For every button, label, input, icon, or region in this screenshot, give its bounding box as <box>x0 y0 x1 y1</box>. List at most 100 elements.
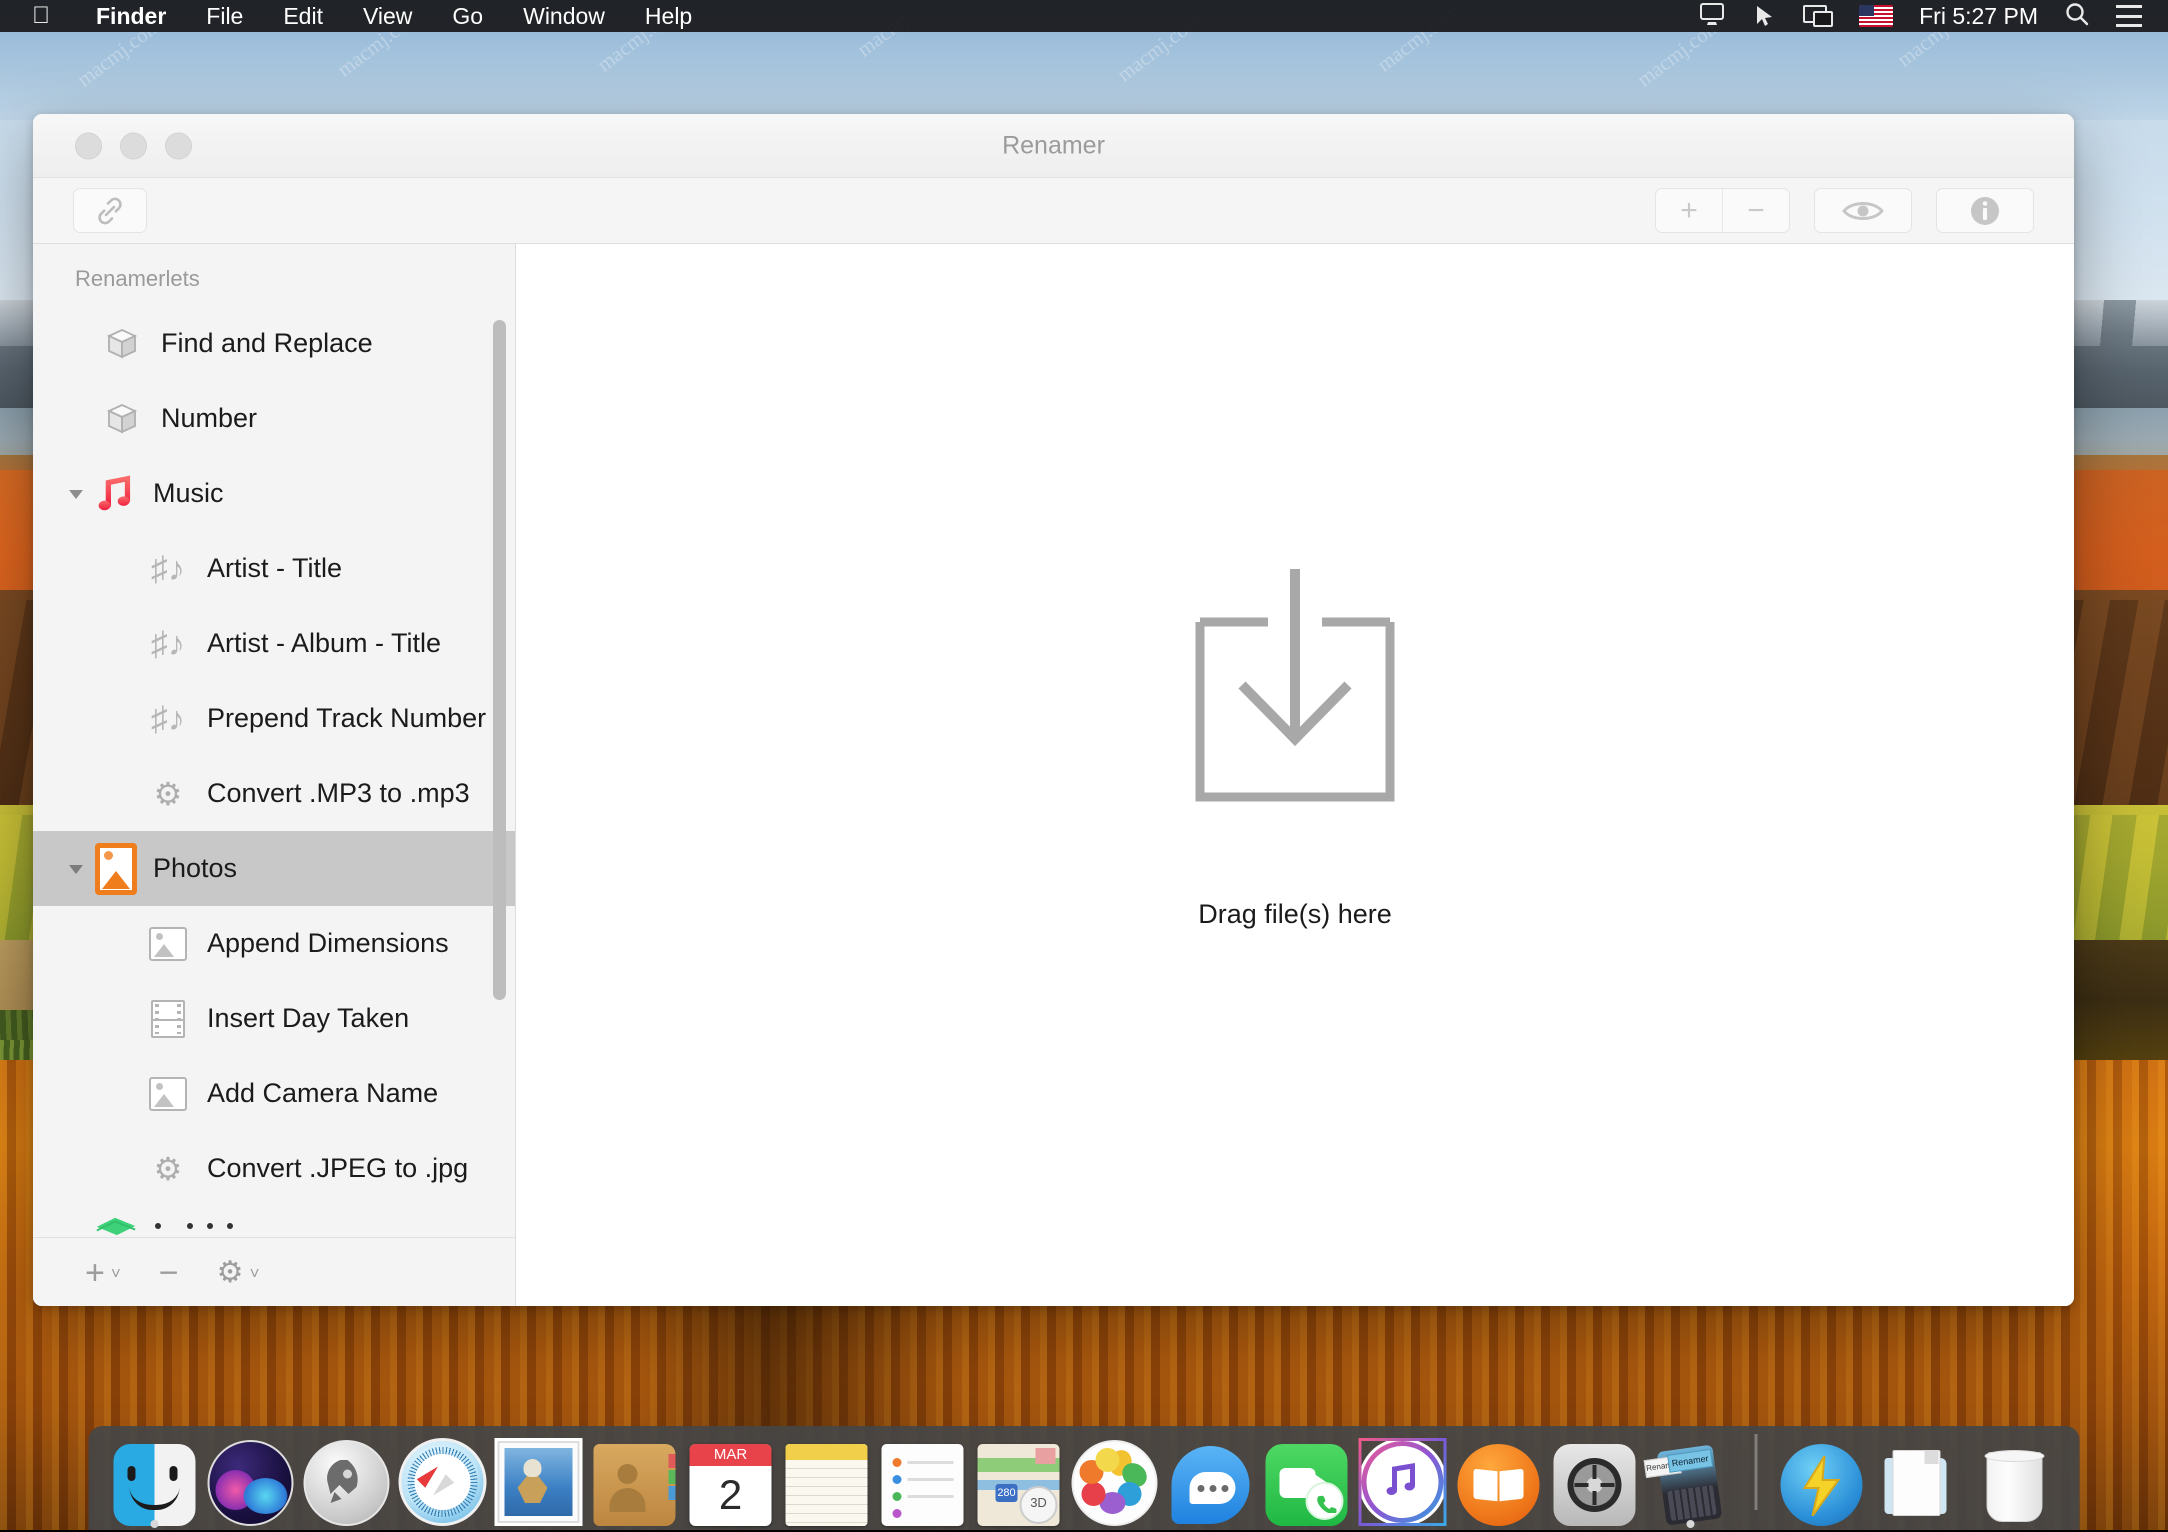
menu-item-window[interactable]: Window <box>503 0 625 32</box>
remove-button[interactable]: − <box>1723 189 1789 232</box>
renamerlet-list[interactable]: Find and Replace Number Music ♯♪ Artist … <box>33 306 515 1237</box>
calendar-month: MAR <box>689 1444 772 1466</box>
disclosure-triangle-icon[interactable] <box>65 483 87 505</box>
cube-icon <box>101 398 143 440</box>
dock-item-launchpad[interactable] <box>299 1434 395 1526</box>
menu-item-help[interactable]: Help <box>625 0 712 32</box>
music-app-icon <box>95 473 137 515</box>
window-title: Renamer <box>1002 131 1105 159</box>
film-icon <box>147 998 189 1040</box>
dock-item-ibooks[interactable] <box>1451 1434 1547 1526</box>
file-drop-zone[interactable]: Drag file(s) here <box>1180 567 1410 930</box>
add-renamerlet-button[interactable]: + ˅ <box>85 1256 121 1290</box>
menu-item-view[interactable]: View <box>343 0 432 32</box>
dock-item-documents[interactable] <box>1870 1434 1966 1526</box>
dock-item-maps[interactable]: 280 3D <box>971 1434 1067 1526</box>
chain-link-icon <box>98 197 122 224</box>
sidebar-item-label: Add Camera Name <box>207 1078 439 1108</box>
notification-center-icon[interactable] <box>2116 5 2142 27</box>
sidebar-scrollbar[interactable] <box>493 320 506 1000</box>
sidebar-item-insert-day-taken[interactable]: Insert Day Taken <box>33 981 515 1056</box>
window-title-bar[interactable]: Renamer <box>33 114 2074 178</box>
gear-icon: ⚙ <box>153 775 183 812</box>
preview-button[interactable] <box>1814 188 1912 233</box>
dock-item-notes[interactable] <box>779 1434 875 1526</box>
running-indicator <box>150 1520 159 1528</box>
image-icon <box>147 1073 189 1115</box>
sidebar-group-music[interactable]: Music <box>33 456 515 531</box>
add-button[interactable]: + <box>1656 189 1723 232</box>
apple-menu-icon[interactable]:  <box>32 4 50 28</box>
calendar-day: 2 <box>718 1471 743 1518</box>
sidebar-item-artist-title[interactable]: ♯♪ Artist - Title <box>33 531 515 606</box>
menu-bar:  Finder File Edit View Go Window Help F… <box>0 0 2168 32</box>
screen-sharing-icon[interactable] <box>1697 2 1727 30</box>
sidebar-item-label: Prepend Track Number <box>207 703 487 733</box>
remove-renamerlet-button[interactable]: − <box>159 1256 179 1290</box>
sidebar-item-label: Convert .JPEG to .jpg <box>207 1153 469 1183</box>
image-icon <box>147 923 189 965</box>
sidebar-item-convert-jpeg[interactable]: ⚙ Convert .JPEG to .jpg <box>33 1131 515 1206</box>
sidebar-group-photos[interactable]: Photos <box>33 831 515 906</box>
menu-item-go[interactable]: Go <box>432 0 503 32</box>
sidebar-item-add-camera-name[interactable]: Add Camera Name <box>33 1056 515 1131</box>
dock-item-trash[interactable] <box>1966 1434 2062 1526</box>
dock-item-finder[interactable] <box>107 1434 203 1528</box>
sidebar-item-label: Number <box>161 403 258 433</box>
info-icon <box>1971 196 1999 225</box>
pointer-icon[interactable] <box>1753 4 1777 28</box>
dock: MAR 2 280 3D Renamer Renamer <box>88 1426 2080 1530</box>
maps-shield-label: 280 <box>995 1484 1018 1502</box>
sidebar-header: Renamerlets <box>75 266 200 291</box>
dock-item-safari[interactable] <box>395 1434 491 1526</box>
sidebar-item-label: Insert Day Taken <box>207 1003 410 1033</box>
dock-item-system-preferences[interactable] <box>1547 1434 1643 1526</box>
chevron-down-icon: ˅ <box>249 1263 260 1283</box>
sidebar-item-label: Append Dimensions <box>207 928 449 958</box>
sidebar-item-convert-mp3[interactable]: ⚙ Convert .MP3 to .mp3 <box>33 756 515 831</box>
sidebar-item-find-and-replace[interactable]: Find and Replace <box>33 306 515 381</box>
sidebar-item-label: Artist - Title <box>207 553 343 583</box>
menu-bar-status-area: Fri 5:27 PM <box>1697 1 2168 31</box>
sidebar-item-label: Photos <box>153 853 238 883</box>
music-note-icon: ♯♪ <box>151 624 185 663</box>
dock-item-renamer[interactable]: Renamer Renamer <box>1643 1434 1739 1528</box>
dock-item-mail[interactable] <box>491 1434 587 1526</box>
info-button[interactable] <box>1936 188 2034 233</box>
dock-item-downloads-stack[interactable] <box>1774 1434 1870 1526</box>
settings-menu-button[interactable]: ⚙ ˅ <box>217 1258 260 1288</box>
link-button[interactable] <box>73 188 147 233</box>
dock-item-itunes[interactable] <box>1355 1434 1451 1526</box>
window-body: Renamerlets Find and Replace Number Musi… <box>33 244 2074 1306</box>
dock-item-facetime[interactable] <box>1259 1434 1355 1526</box>
sidebar-item-artist-album-title[interactable]: ♯♪ Artist - Album - Title <box>33 606 515 681</box>
dock-item-siri[interactable] <box>203 1434 299 1526</box>
menu-item-finder[interactable]: Finder <box>76 0 186 32</box>
menu-bar-clock[interactable]: Fri 5:27 PM <box>1919 3 2038 30</box>
sidebar-footer: + ˅ − ⚙ ˅ <box>33 1237 515 1306</box>
sidebar-group-partial[interactable] <box>33 1206 515 1237</box>
sidebar-item-append-dimensions[interactable]: Append Dimensions <box>33 906 515 981</box>
dock-item-messages[interactable] <box>1163 1434 1259 1526</box>
us-flag-icon[interactable] <box>1859 5 1894 27</box>
sidebar-item-label: Find and Replace <box>161 328 373 358</box>
window-toolbar: + − <box>33 178 2074 244</box>
drop-zone-label: Drag file(s) here <box>1198 898 1392 929</box>
eye-icon <box>1842 201 1884 220</box>
dock-item-photos[interactable] <box>1067 1434 1163 1526</box>
sidebar-item-number[interactable]: Number <box>33 381 515 456</box>
disclosure-triangle-icon[interactable] <box>65 858 87 880</box>
gear-icon: ⚙ <box>153 1150 183 1187</box>
add-remove-segmented-control: + − <box>1655 188 1790 233</box>
music-note-icon: ♯♪ <box>151 549 185 588</box>
menu-item-edit[interactable]: Edit <box>263 0 343 32</box>
menu-item-file[interactable]: File <box>186 0 263 32</box>
dock-item-contacts[interactable] <box>587 1434 683 1526</box>
maps-3d-badge: 3D <box>1019 1486 1058 1524</box>
dock-item-calendar[interactable]: MAR 2 <box>683 1434 779 1526</box>
display-mirroring-icon[interactable] <box>1803 5 1834 27</box>
content-area[interactable]: Drag file(s) here <box>516 244 2074 1306</box>
dock-item-reminders[interactable] <box>875 1434 971 1526</box>
sidebar-item-prepend-track-number[interactable]: ♯♪ Prepend Track Number <box>33 681 515 756</box>
spotlight-search-icon[interactable] <box>2064 1 2090 31</box>
